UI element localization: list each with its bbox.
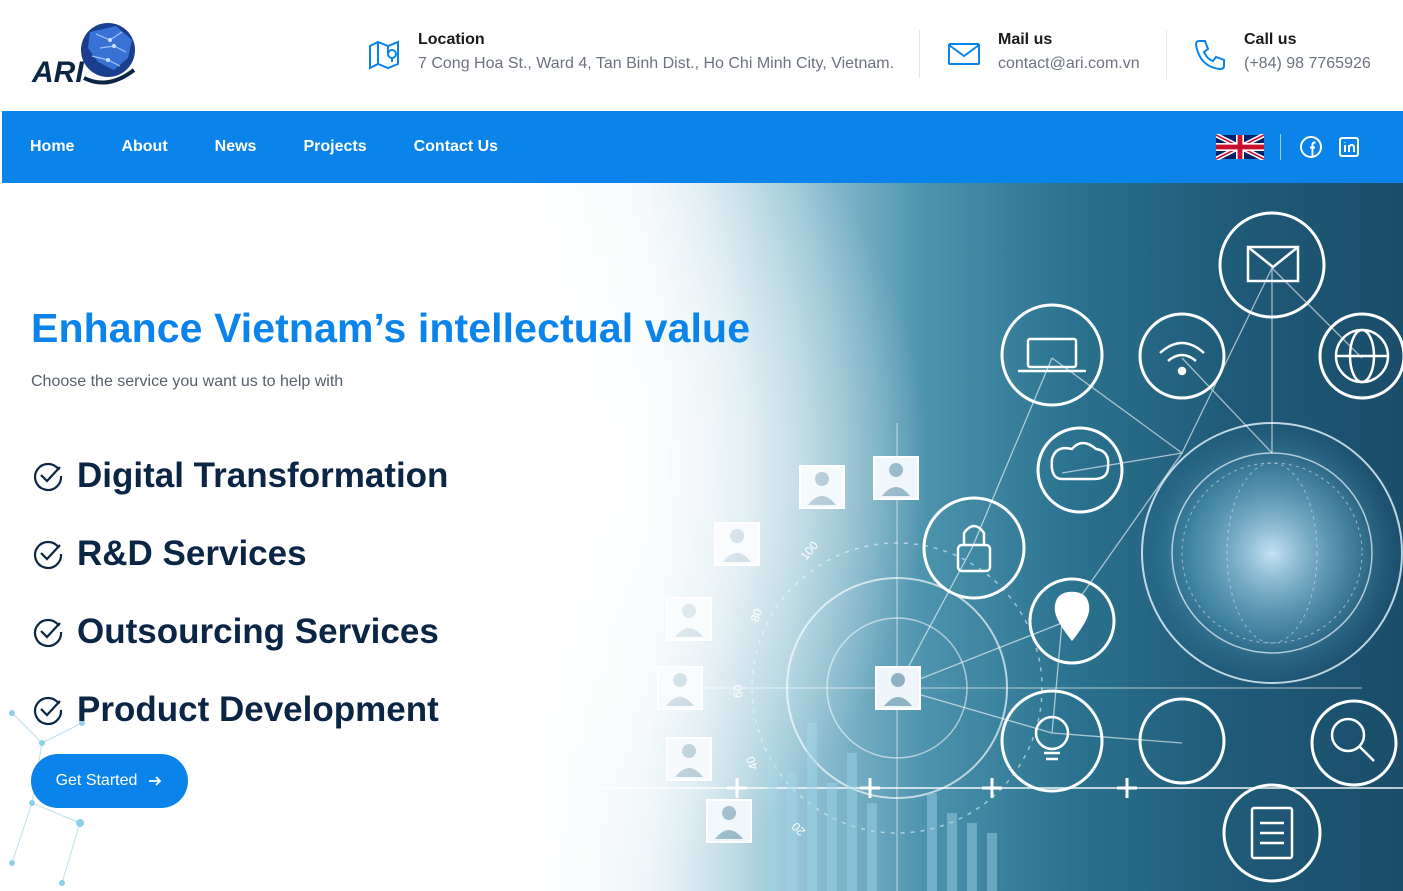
nav-right-tools — [1216, 111, 1373, 183]
service-label: Digital Transformation — [77, 456, 449, 495]
mail-address[interactable]: contact@ari.com.vn — [998, 52, 1140, 76]
phone-icon — [1194, 40, 1225, 71]
hero-subtitle: Choose the service you want us to help w… — [31, 373, 344, 390]
header-divider — [919, 30, 920, 78]
service-list: Digital Transformation R&D Services Outs… — [31, 437, 448, 749]
mail-icon — [948, 43, 980, 65]
mail-info: Mail us contact@ari.com.vn — [944, 28, 1140, 84]
linkedin-icon[interactable] — [1337, 135, 1361, 159]
check-circle-icon — [34, 618, 63, 648]
service-label: Product Development — [77, 690, 439, 729]
call-title: Call us — [1244, 31, 1297, 48]
location-info: Location 7 Cong Hoa St., Ward 4, Tan Bin… — [364, 28, 894, 84]
nav-item-home[interactable]: Home — [30, 138, 74, 156]
service-label: Outsourcing Services — [77, 612, 439, 651]
map-icon — [369, 40, 399, 70]
hero-section: 100 80 60 40 20 Enhance Vietnam’s intell… — [2, 183, 1403, 891]
uk-flag-icon[interactable] — [1216, 134, 1264, 160]
service-item-rd-services: R&D Services — [31, 515, 448, 593]
nav-item-projects[interactable]: Projects — [303, 138, 366, 156]
hero-title: Enhance Vietnam’s intellectual value — [31, 305, 751, 351]
ari-logo[interactable]: ARI — [30, 18, 140, 90]
call-info: Call us (+84) 98 7765926 — [1190, 28, 1371, 84]
mail-title: Mail us — [998, 31, 1053, 48]
top-header: ARI Location 7 Cong Hoa St., Ward 4, Tan… — [0, 0, 1403, 111]
get-started-label: Get Started — [55, 772, 138, 789]
nav-item-contact-us[interactable]: Contact Us — [414, 138, 498, 156]
get-started-button[interactable]: Get Started — [31, 754, 188, 808]
check-circle-icon — [34, 540, 63, 570]
phone-number[interactable]: (+84) 98 7765926 — [1244, 52, 1371, 76]
arrow-right-icon — [149, 776, 162, 786]
service-item-digital-transformation: Digital Transformation — [31, 437, 448, 515]
service-label: R&D Services — [77, 534, 307, 573]
location-title: Location — [418, 31, 485, 48]
nav-item-news[interactable]: News — [215, 138, 257, 156]
location-address: 7 Cong Hoa St., Ward 4, Tan Binh Dist., … — [418, 55, 895, 72]
nav-menu: Home About News Projects Contact Us — [30, 111, 545, 183]
nav-divider — [1280, 134, 1281, 160]
facebook-icon[interactable] — [1299, 135, 1323, 159]
check-circle-icon — [34, 462, 63, 492]
nav-item-about[interactable]: About — [121, 138, 167, 156]
svg-text:ARI: ARI — [31, 56, 84, 89]
service-item-product-development: Product Development — [31, 671, 448, 749]
check-circle-icon — [34, 696, 63, 726]
header-divider — [1166, 30, 1167, 78]
main-navbar: Home About News Projects Contact Us — [2, 111, 1403, 183]
service-item-outsourcing-services: Outsourcing Services — [31, 593, 448, 671]
